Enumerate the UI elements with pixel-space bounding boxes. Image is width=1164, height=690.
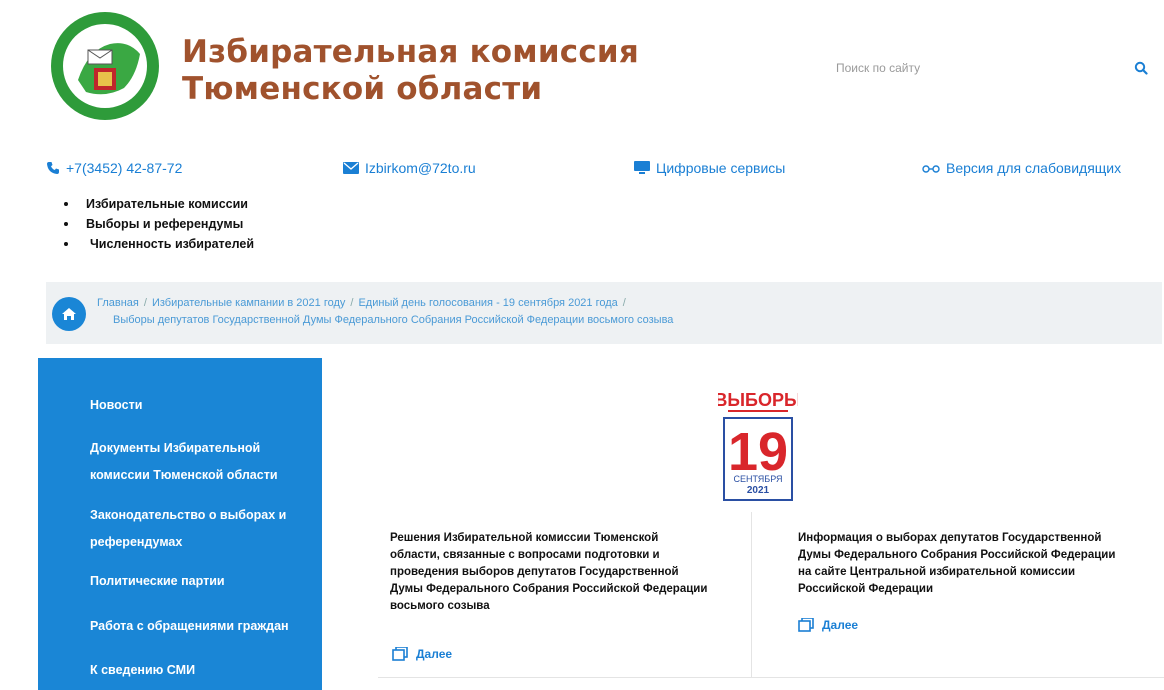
digital-services-text: Цифровые сервисы bbox=[656, 160, 786, 176]
search-input[interactable] bbox=[826, 57, 1130, 79]
breadcrumb-separator: / bbox=[622, 297, 626, 309]
card-text-line: Думы Федерального Собрания Российской Фе… bbox=[798, 549, 1116, 561]
more-link-label: Далее bbox=[822, 618, 859, 632]
election-word: ВЫБОРЫ bbox=[718, 390, 798, 410]
phone-text: +7(3452) 42-87-72 bbox=[66, 160, 183, 176]
news-card: Информация о выборах депутатов Государст… bbox=[752, 512, 1164, 678]
search-icon bbox=[1134, 61, 1148, 75]
site-title[interactable]: Избирательная комиссия Тюменской области bbox=[182, 34, 639, 108]
phone-icon bbox=[47, 162, 59, 174]
site-title-line2: Тюменской области bbox=[182, 71, 543, 107]
digital-services-link[interactable]: Цифровые сервисы bbox=[634, 160, 785, 176]
top-menu-item-elections[interactable]: Выборы и референдумы bbox=[64, 214, 254, 234]
card-text-line: Решения Избирательной комиссии Тюменской bbox=[390, 532, 659, 544]
card-text-line: на сайте Центральной избирательной комис… bbox=[798, 566, 1076, 578]
more-link[interactable]: Далее bbox=[798, 618, 858, 632]
news-card: Решения Избирательной комиссии Тюменской… bbox=[378, 512, 752, 678]
breadcrumb: Главная / Избирательные кампании в 2021 го… bbox=[97, 295, 673, 329]
bullet bbox=[64, 242, 68, 246]
breadcrumb-separator: / bbox=[143, 297, 147, 309]
bullet bbox=[64, 202, 68, 206]
accessible-version-text: Версия для слабовидящих bbox=[946, 160, 1122, 176]
site-title-line1: Избирательная комиссия bbox=[182, 34, 639, 70]
accessible-version-link[interactable]: Версия для слабовидящих bbox=[922, 160, 1121, 176]
sidebar-menu: Новости Документы Избирательной комиссии… bbox=[38, 358, 322, 690]
sidebar-item-label: референдумах bbox=[90, 535, 183, 549]
email-link[interactable]: Izbirkom@72to.ru bbox=[343, 160, 476, 176]
breadcrumb-current: Выборы депутатов Государственной Думы Фе… bbox=[113, 314, 674, 326]
home-icon bbox=[62, 308, 76, 320]
search-bar bbox=[826, 56, 1152, 80]
more-link-label: Далее bbox=[416, 647, 453, 661]
sidebar-item-label: Законодательство о выборах и bbox=[90, 508, 287, 522]
sidebar-item-legislation[interactable]: Законодательство о выборах и референдума… bbox=[90, 502, 286, 556]
breadcrumb-item-voting-day[interactable]: Единый день голосования - 19 сентября 20… bbox=[358, 297, 617, 309]
more-link[interactable]: Далее bbox=[392, 647, 452, 661]
card-text-line: области, связанные с вопросами подготовк… bbox=[390, 549, 660, 561]
top-menu-label: Выборы и референдумы bbox=[86, 217, 244, 231]
card-text-line: Российской Федерации bbox=[798, 583, 934, 595]
card-text-line: восьмого созыва bbox=[390, 600, 490, 612]
email-text: Izbirkom@72to.ru bbox=[365, 160, 476, 176]
glasses-icon bbox=[922, 165, 940, 173]
sidebar-item-documents[interactable]: Документы Избирательной комиссии Тюменск… bbox=[90, 435, 278, 489]
top-menu-item-commissions[interactable]: Избирательные комиссии bbox=[64, 194, 254, 214]
breadcrumb-separator: / bbox=[350, 297, 354, 309]
sidebar-item-media[interactable]: К сведению СМИ bbox=[90, 657, 195, 684]
election-month: СЕНТЯБРЯ bbox=[733, 474, 782, 484]
breadcrumb-home[interactable]: Главная bbox=[97, 297, 139, 309]
phone-link[interactable]: +7(3452) 42-87-72 bbox=[46, 160, 182, 176]
election-logo: ВЫБОРЫ 19 СЕНТЯБРЯ 2021 bbox=[714, 388, 802, 506]
sidebar-item-appeals[interactable]: Работа с обращениями граждан bbox=[90, 613, 289, 640]
commission-logo[interactable] bbox=[48, 10, 162, 122]
sidebar-item-label: Документы Избирательной bbox=[90, 441, 261, 455]
card-text-line: Информация о выборах депутатов Государст… bbox=[798, 532, 1102, 544]
commission-emblem-icon bbox=[51, 12, 159, 120]
copy-icon bbox=[798, 618, 814, 632]
mail-icon bbox=[343, 162, 359, 174]
top-menu-item-voters-count[interactable]: Численность избирателей bbox=[64, 234, 254, 254]
breadcrumb-item-campaigns[interactable]: Избирательные кампании в 2021 году bbox=[152, 297, 345, 309]
election-day: 19 bbox=[728, 422, 788, 482]
card-text[interactable]: Решения Избирательной комиссии Тюменской… bbox=[390, 530, 707, 615]
sidebar-item-label: комиссии Тюменской области bbox=[90, 468, 278, 482]
election-logo-graphic: ВЫБОРЫ 19 СЕНТЯБРЯ 2021 bbox=[714, 390, 802, 501]
sidebar-item-parties[interactable]: Политические партии bbox=[90, 568, 225, 595]
card-text-line: проведения выборов депутатов Государстве… bbox=[390, 566, 679, 578]
top-menu: Избирательные комиссии Выборы и референд… bbox=[64, 194, 254, 254]
monitor-icon bbox=[634, 161, 650, 174]
top-menu-label: Избирательные комиссии bbox=[86, 197, 248, 211]
sidebar-item-news[interactable]: Новости bbox=[90, 392, 142, 419]
copy-icon bbox=[392, 647, 408, 661]
home-button[interactable] bbox=[52, 297, 86, 331]
top-menu-label: Численность избирателей bbox=[90, 237, 255, 251]
bullet bbox=[64, 222, 68, 226]
election-year: 2021 bbox=[747, 485, 770, 496]
search-button[interactable] bbox=[1130, 57, 1152, 79]
card-text[interactable]: Информация о выборах депутатов Государст… bbox=[798, 530, 1115, 598]
card-text-line: Думы Федерального Собрания Российской Фе… bbox=[390, 583, 708, 595]
